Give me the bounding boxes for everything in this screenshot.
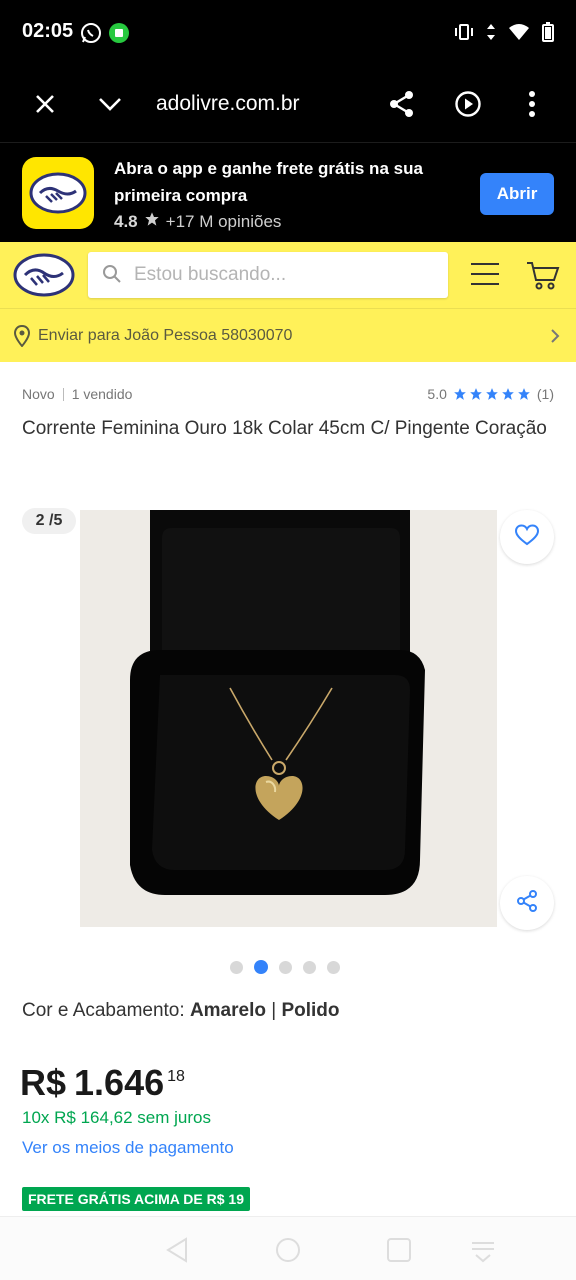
status-bar: 02:05	[0, 0, 576, 66]
variation-color: Amarelo	[189, 1000, 266, 1021]
product-image[interactable]	[80, 510, 497, 927]
sold-count: 1 vendido	[71, 386, 133, 402]
system-navigation-bar	[0, 1216, 576, 1280]
pagination-dot[interactable]	[279, 960, 292, 974]
heart-icon	[514, 523, 540, 551]
product-meta: Novo 1 vendido	[22, 386, 132, 402]
recents-icon[interactable]	[386, 1237, 412, 1268]
mercadolivre-logo[interactable]	[13, 252, 75, 298]
battery-icon	[542, 22, 554, 47]
promo-title: Abra o app e ganhe frete grátis na sua p…	[114, 159, 423, 205]
app-rating-value: 4.8	[114, 211, 138, 231]
status-time: 02:05	[22, 20, 74, 42]
installments-info: 10x R$ 164,62 sem juros	[22, 1108, 211, 1127]
pagination-dot[interactable]	[303, 960, 316, 974]
chevron-down-icon[interactable]	[94, 88, 126, 120]
star-icon	[486, 388, 498, 400]
wifi-icon	[508, 23, 530, 46]
image-counter: 2 /5	[22, 508, 76, 534]
delivery-address: Enviar para João Pessoa 58030070	[38, 327, 293, 344]
promo-rating: 4.8 +17 M opiniões	[114, 211, 281, 232]
pagination-dot[interactable]	[254, 960, 268, 974]
rating-value: 5.0	[427, 386, 447, 402]
pagination-dot[interactable]	[327, 960, 340, 974]
vibrate-icon	[454, 23, 474, 46]
search-placeholder: Estou buscando...	[134, 264, 287, 285]
pagination-dot[interactable]	[230, 960, 243, 974]
status-left-icons	[80, 22, 130, 49]
home-icon[interactable]	[275, 1237, 301, 1268]
payment-methods-link[interactable]: Ver os meios de pagamento	[22, 1138, 234, 1158]
menu-icon[interactable]	[470, 262, 500, 291]
condition-label: Novo	[22, 386, 55, 402]
star-icon	[470, 388, 482, 400]
share-icon[interactable]	[386, 88, 418, 120]
product-title: Corrente Feminina Ouro 18k Colar 45cm C/…	[22, 418, 547, 439]
search-icon	[102, 264, 122, 289]
product-price: R$ 1.646 18	[20, 1062, 185, 1104]
url-bar[interactable]: adolivre.com.br	[156, 92, 300, 116]
play-icon[interactable]	[452, 88, 484, 120]
app-review-count: +17 M opiniões	[165, 211, 282, 231]
separator	[62, 387, 64, 401]
star-icon	[144, 211, 160, 232]
star-icon	[518, 388, 530, 400]
price-cents: 18	[167, 1068, 185, 1085]
site-header: Estou buscando...	[0, 242, 576, 308]
rating-stars	[453, 387, 531, 401]
app-install-banner: Abra o app e ganhe frete grátis na sua p…	[0, 142, 576, 242]
more-icon[interactable]	[516, 88, 548, 120]
favorite-button[interactable]	[500, 510, 554, 564]
menu-lines-icon[interactable]	[470, 1237, 496, 1268]
close-icon[interactable]	[29, 88, 61, 120]
price-main: 1.646	[74, 1062, 165, 1103]
variation-label: Cor e Acabamento:	[22, 1000, 190, 1021]
image-pagination-dots	[230, 960, 340, 974]
share-product-button[interactable]	[500, 876, 554, 930]
cart-icon[interactable]	[526, 260, 560, 295]
mercadolivre-app-logo	[22, 157, 94, 229]
search-input[interactable]: Estou buscando...	[88, 252, 448, 298]
browser-toolbar: adolivre.com.br	[0, 66, 576, 142]
variation-info: Cor e Acabamento: Amarelo | Polido	[22, 1000, 340, 1022]
share-icon	[515, 889, 539, 918]
free-shipping-badge: FRETE GRÁTIS ACIMA DE R$ 19	[22, 1187, 250, 1211]
whatsapp-icon	[80, 22, 102, 49]
variation-separator: |	[265, 1000, 282, 1021]
open-app-button[interactable]: Abrir	[480, 173, 554, 215]
price-currency: R$	[20, 1062, 67, 1103]
variation-finish: Polido	[281, 1000, 340, 1021]
location-pin-icon	[13, 324, 31, 352]
data-arrows-icon	[486, 23, 496, 46]
star-icon	[502, 388, 514, 400]
product-rating[interactable]: 5.0 (1)	[427, 386, 554, 402]
app-notification-icon	[108, 22, 130, 49]
review-count: (1)	[536, 386, 554, 402]
delivery-location-bar[interactable]: Enviar para João Pessoa 58030070	[0, 308, 576, 362]
back-icon[interactable]	[164, 1237, 190, 1268]
chevron-right-icon	[550, 328, 560, 349]
star-icon	[454, 388, 466, 400]
status-right-icons	[454, 22, 554, 47]
